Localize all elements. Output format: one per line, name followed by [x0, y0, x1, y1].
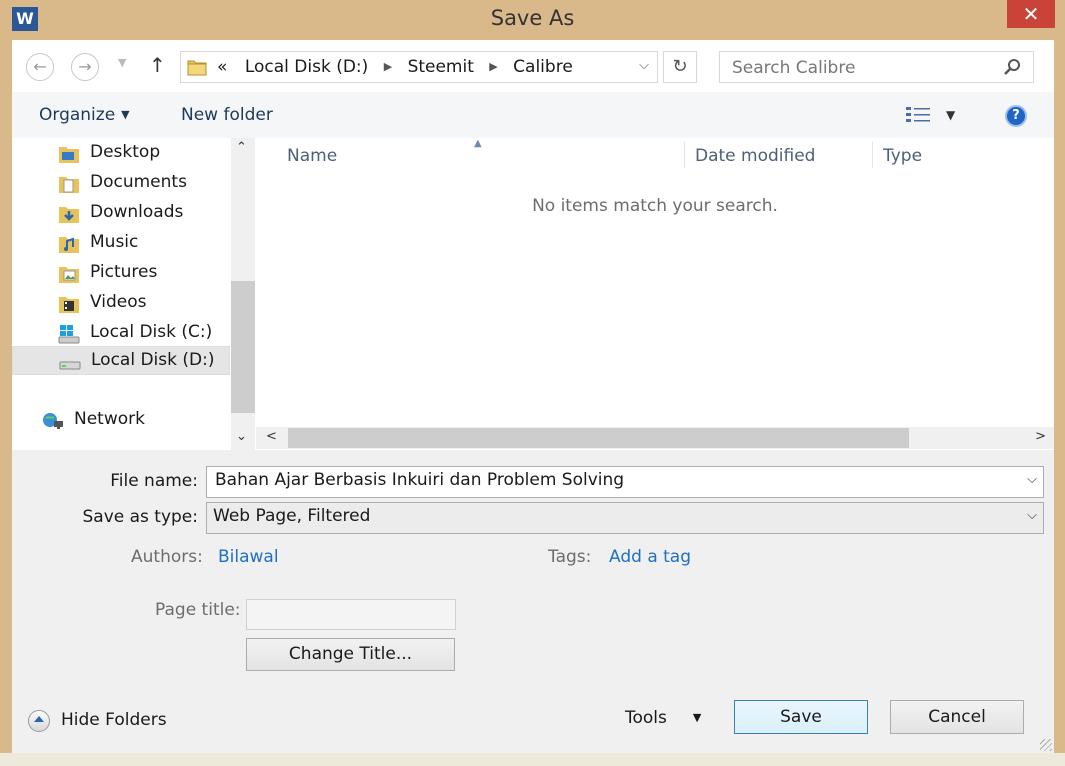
add-tag-link[interactable]: Add a tag: [609, 547, 691, 567]
address-bar[interactable]: « Local Disk (D:) ▶ Steemit ▶ Calibre ⌵: [180, 51, 658, 83]
breadcrumb: « Local Disk (D:) ▶ Steemit ▶ Calibre: [217, 57, 573, 77]
music-folder-icon: [59, 237, 79, 253]
chevron-down-icon: ▼: [692, 711, 702, 724]
search-placeholder: Search Calibre: [732, 58, 856, 78]
tools-menu[interactable]: Tools ▼: [625, 708, 701, 728]
breadcrumb-separator[interactable]: ▶: [384, 60, 392, 73]
scroll-up-icon[interactable]: ⌃: [236, 140, 247, 155]
title-bar[interactable]: W Save As ✕: [0, 0, 1065, 40]
address-dropdown-icon[interactable]: ⌵: [639, 58, 649, 73]
back-button[interactable]: ←: [26, 53, 54, 81]
page-title-field: [246, 599, 456, 630]
forward-arrow-icon: →: [78, 57, 92, 76]
desktop-folder-icon: [59, 147, 79, 163]
column-divider[interactable]: [684, 142, 685, 168]
chevron-down-icon[interactable]: ⌵: [1027, 472, 1037, 487]
pictures-folder-icon: [59, 267, 79, 283]
windows-drive-icon: [58, 325, 80, 344]
sidebar-item-desktop[interactable]: Desktop: [12, 139, 230, 168]
refresh-button[interactable]: ↻: [663, 51, 697, 83]
network-icon: [43, 413, 63, 429]
folder-icon: [187, 60, 207, 76]
up-button[interactable]: ↑: [149, 53, 166, 77]
column-header-type[interactable]: Type: [883, 146, 922, 166]
authors-label: Authors:: [131, 547, 203, 567]
breadcrumb-local-disk-d[interactable]: Local Disk (D:): [245, 57, 368, 77]
organize-menu[interactable]: Organize ▼: [39, 105, 130, 125]
chevron-down-icon[interactable]: ⌵: [1027, 508, 1037, 523]
new-folder-button[interactable]: New folder: [181, 105, 273, 125]
search-icon: [1004, 59, 1020, 75]
breadcrumb-overflow[interactable]: «: [217, 57, 227, 77]
scroll-down-icon[interactable]: ⌄: [236, 429, 247, 444]
downloads-folder-icon: [59, 207, 79, 223]
page-title-label: Page title:: [155, 600, 241, 620]
chevron-up-icon: [28, 710, 50, 732]
column-header-name[interactable]: Name: [287, 146, 337, 166]
authors-value[interactable]: Bilawal: [218, 547, 279, 567]
sidebar-item-pictures[interactable]: Pictures: [12, 259, 230, 288]
sidebar-item-network[interactable]: Network: [12, 406, 212, 435]
save-button[interactable]: Save: [734, 700, 868, 734]
drive-icon: [59, 361, 81, 370]
sidebar-item-music[interactable]: Music: [12, 229, 230, 258]
save-as-dialog: W Save As ✕ ← → ▼ ↑ « Local Disk (D:) ▶ …: [0, 0, 1065, 766]
background-document-strip: [0, 753, 1065, 766]
sidebar-item-local-disk-c[interactable]: Local Disk (C:): [12, 319, 230, 348]
view-options-icon[interactable]: [905, 106, 931, 124]
documents-folder-icon: [59, 177, 79, 193]
change-title-button[interactable]: Change Title...: [246, 638, 455, 671]
empty-message: No items match your search.: [532, 196, 778, 216]
back-arrow-icon: ←: [33, 57, 47, 76]
search-input[interactable]: Search Calibre: [719, 51, 1034, 83]
column-divider[interactable]: [872, 142, 873, 168]
tags-label: Tags:: [548, 547, 592, 567]
close-button[interactable]: ✕: [1007, 0, 1055, 28]
forward-button[interactable]: →: [71, 53, 99, 81]
sidebar-item-local-disk-d[interactable]: Local Disk (D:): [12, 346, 230, 375]
sidebar-item-videos[interactable]: Videos: [12, 289, 230, 318]
videos-folder-icon: [59, 297, 79, 313]
file-name-label: File name:: [110, 471, 198, 491]
dialog-client-area: ← → ▼ ↑ « Local Disk (D:) ▶ Steemit ▶ Ca…: [12, 40, 1054, 753]
view-dropdown-icon[interactable]: ▼: [946, 108, 955, 122]
window-title: Save As: [490, 6, 575, 30]
save-as-type-select[interactable]: Web Page, Filtered ⌵: [206, 502, 1044, 534]
file-name-input[interactable]: Bahan Ajar Berbasis Inkuiri dan Problem …: [206, 466, 1044, 498]
sort-ascending-icon: ▲: [474, 138, 482, 149]
sidebar-scrollbar[interactable]: ⌃ ⌄: [231, 138, 255, 450]
scroll-left-icon[interactable]: <: [266, 429, 277, 444]
resize-grip[interactable]: [1040, 739, 1052, 751]
refresh-icon: ↻: [672, 56, 688, 77]
scrollbar-thumb[interactable]: [231, 281, 255, 413]
breadcrumb-calibre[interactable]: Calibre: [513, 57, 573, 77]
cancel-button[interactable]: Cancel: [890, 700, 1024, 734]
breadcrumb-steemit[interactable]: Steemit: [408, 57, 474, 77]
scrollbar-thumb[interactable]: [288, 428, 909, 448]
file-list-scrollbar[interactable]: < >: [256, 427, 1054, 449]
scroll-right-icon[interactable]: >: [1035, 429, 1046, 444]
navigation-bar: ← → ▼ ↑ « Local Disk (D:) ▶ Steemit ▶ Ca…: [12, 40, 1054, 92]
chevron-down-icon: ▼: [121, 108, 130, 121]
sidebar-item-downloads[interactable]: Downloads: [12, 199, 230, 228]
save-as-type-label: Save as type:: [82, 507, 198, 527]
up-arrow-icon: ↑: [149, 53, 166, 77]
help-icon[interactable]: ?: [1005, 105, 1027, 127]
breadcrumb-separator[interactable]: ▶: [489, 60, 497, 73]
sidebar-item-documents[interactable]: Documents: [12, 169, 230, 198]
command-toolbar: Organize ▼ New folder ▼ ?: [12, 92, 1054, 138]
navigation-pane: Desktop Documents Downloads Music Pictur…: [12, 138, 256, 450]
file-list: ▲ Name Date modified Type No items match…: [256, 138, 1054, 450]
recent-locations-dropdown[interactable]: ▼: [118, 56, 126, 69]
column-header-date-modified[interactable]: Date modified: [695, 146, 815, 166]
